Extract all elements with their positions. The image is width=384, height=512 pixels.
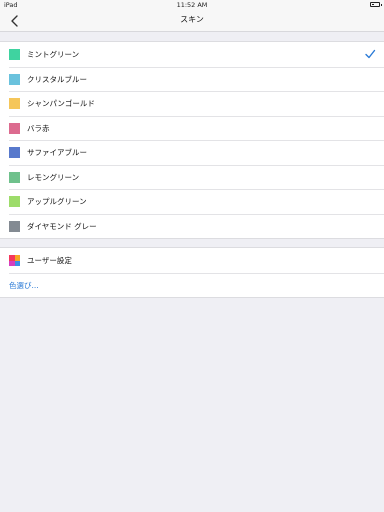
skin-label: アップルグリーン [27,197,87,206]
color-swatch [9,73,20,85]
skin-row-apple-green[interactable]: アップルグリーン [0,189,384,214]
skin-label: レモングリーン [27,172,80,182]
choose-color-label: 色選び... [9,280,39,290]
palette-icon [9,255,20,266]
palette-cell [14,260,20,266]
color-swatch [9,147,20,158]
skin-row-rose-red[interactable]: バラ赤 [0,115,384,141]
user-setting-row[interactable]: ユーザー設定 [0,248,384,273]
skin-label: バラ赤 [27,123,50,133]
navigation-bar: スキン [0,10,384,32]
skin-label: ミントグリーン [27,50,80,59]
skin-row-crystal-blue[interactable]: クリスタルブルー [0,66,384,92]
skin-label: ダイヤモンド グレー [27,221,97,231]
skin-list: ミントグリーン クリスタルブルー シャンパンゴールド バラ赤 サファイアブルー … [0,41,384,239]
status-bar: iPad 11:52 AM [0,0,384,10]
battery-icon [370,2,382,7]
choose-color-link[interactable]: 色選び... [0,272,384,298]
user-setting-label: ユーザー設定 [27,256,72,265]
skin-label: シャンパンゴールド [27,99,95,108]
skin-row-lemon-green[interactable]: レモングリーン [0,164,384,190]
color-swatch [9,122,20,134]
color-swatch [9,220,20,232]
color-swatch [9,49,20,60]
color-swatch [9,196,20,207]
skin-row-sapphire-blue[interactable]: サファイアブルー [0,140,384,165]
color-swatch [9,171,20,183]
skin-row-mint-green[interactable]: ミントグリーン [0,42,384,67]
custom-color-section: ユーザー設定 色選び... [0,247,384,298]
skin-label: サファイアブルー [27,148,87,157]
color-swatch [9,98,20,109]
skin-row-champagne-gold[interactable]: シャンパンゴールド [0,91,384,116]
skin-label: クリスタルブルー [27,74,87,84]
skin-row-diamond-gray[interactable]: ダイヤモンド グレー [0,213,384,239]
status-time: 11:52 AM [176,1,208,9]
page-title: スキン [180,15,204,24]
checkmark-icon [365,49,376,59]
